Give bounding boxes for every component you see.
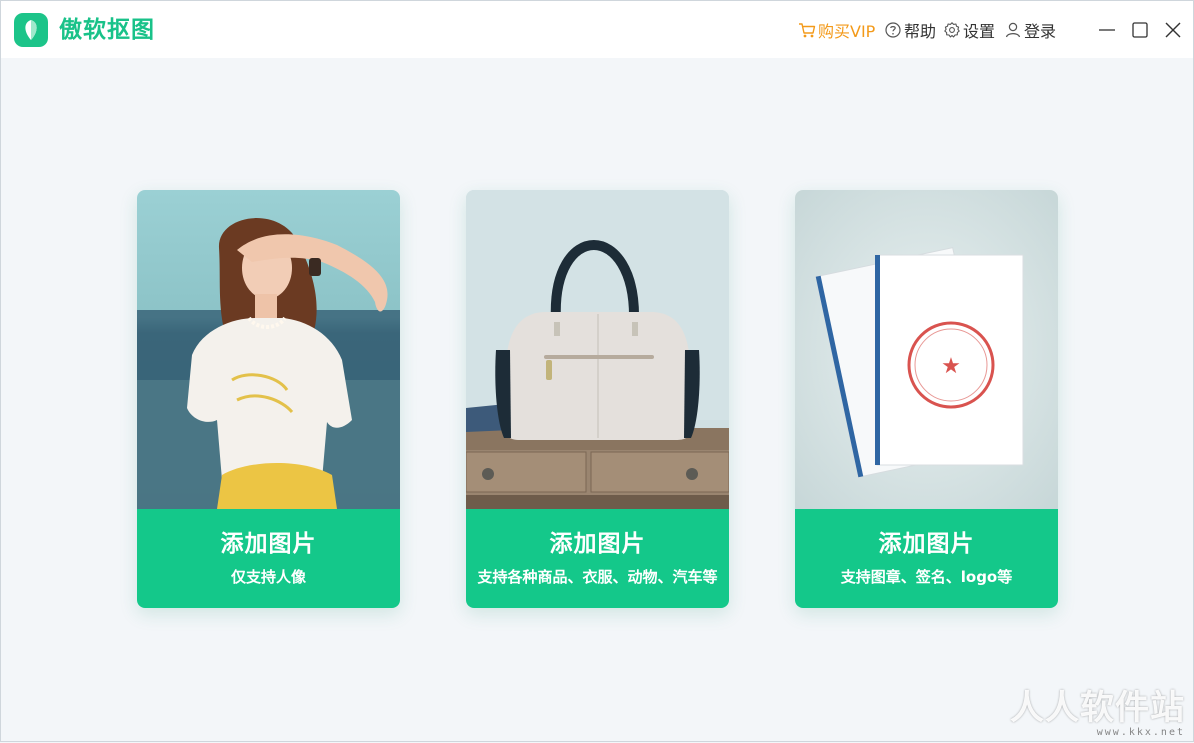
card-subtitle: 支持各种商品、衣服、动物、汽车等 bbox=[477, 568, 718, 586]
watermark-main: 人人软件站 bbox=[1010, 688, 1185, 728]
maximize-icon bbox=[1132, 22, 1148, 38]
help-circle-icon bbox=[884, 21, 902, 39]
handbag-product-photo bbox=[466, 190, 729, 509]
add-image-card-portrait[interactable]: 添加图片 仅支持人像 bbox=[137, 190, 400, 608]
help-button[interactable]: 帮助 bbox=[884, 18, 936, 42]
stamp-star: ★ bbox=[941, 354, 961, 379]
card-title: 添加图片 bbox=[220, 531, 317, 557]
watermark: 人人软件站 www.kkx.net bbox=[1010, 689, 1185, 739]
settings-label: 设置 bbox=[963, 22, 996, 41]
cart-icon bbox=[798, 21, 816, 39]
card-title: 添加图片 bbox=[549, 531, 646, 557]
add-image-card-stamp[interactable]: ★ 添加图片 支持图章、签名、logo等 bbox=[795, 190, 1058, 608]
settings-button[interactable]: 设置 bbox=[943, 18, 995, 42]
login-label: 登录 bbox=[1024, 22, 1057, 41]
stamped-documents-photo: ★ bbox=[795, 190, 1058, 509]
close-button[interactable] bbox=[1160, 17, 1186, 43]
portrait-woman-photo bbox=[137, 190, 400, 509]
maximize-button[interactable] bbox=[1127, 17, 1153, 43]
watermark-url: www.kkx.net bbox=[1096, 727, 1185, 738]
minimize-button[interactable] bbox=[1094, 17, 1120, 43]
app-logo-icon bbox=[14, 13, 48, 47]
login-button[interactable]: 登录 bbox=[1004, 18, 1056, 42]
card-footer: 添加图片 支持各种商品、衣服、动物、汽车等 bbox=[466, 509, 729, 608]
gear-icon bbox=[943, 21, 961, 39]
add-image-card-product[interactable]: 添加图片 支持各种商品、衣服、动物、汽车等 bbox=[466, 190, 729, 608]
app-title: 傲软抠图 bbox=[59, 17, 155, 43]
close-icon bbox=[1165, 22, 1181, 38]
card-title: 添加图片 bbox=[878, 531, 975, 557]
card-subtitle: 仅支持人像 bbox=[230, 568, 306, 586]
app-window: 傲软抠图 购买VIP 帮助 设置 登录 添加图片 仅支持人像 添加图片 支持各种… bbox=[0, 0, 1194, 742]
buy-vip-button[interactable]: 购买VIP bbox=[798, 18, 875, 42]
title-bar: 傲软抠图 购买VIP 帮助 设置 登录 bbox=[1, 1, 1193, 58]
main-content: 添加图片 仅支持人像 添加图片 支持各种商品、衣服、动物、汽车等 ★ 添加图片 … bbox=[1, 58, 1193, 743]
help-label: 帮助 bbox=[904, 22, 937, 41]
card-footer: 添加图片 仅支持人像 bbox=[137, 509, 400, 608]
card-footer: 添加图片 支持图章、签名、logo等 bbox=[795, 509, 1058, 608]
buy-vip-label: 购买VIP bbox=[818, 22, 876, 41]
minimize-icon bbox=[1099, 29, 1115, 31]
card-subtitle: 支持图章、签名、logo等 bbox=[840, 568, 1013, 586]
user-icon bbox=[1004, 21, 1022, 39]
